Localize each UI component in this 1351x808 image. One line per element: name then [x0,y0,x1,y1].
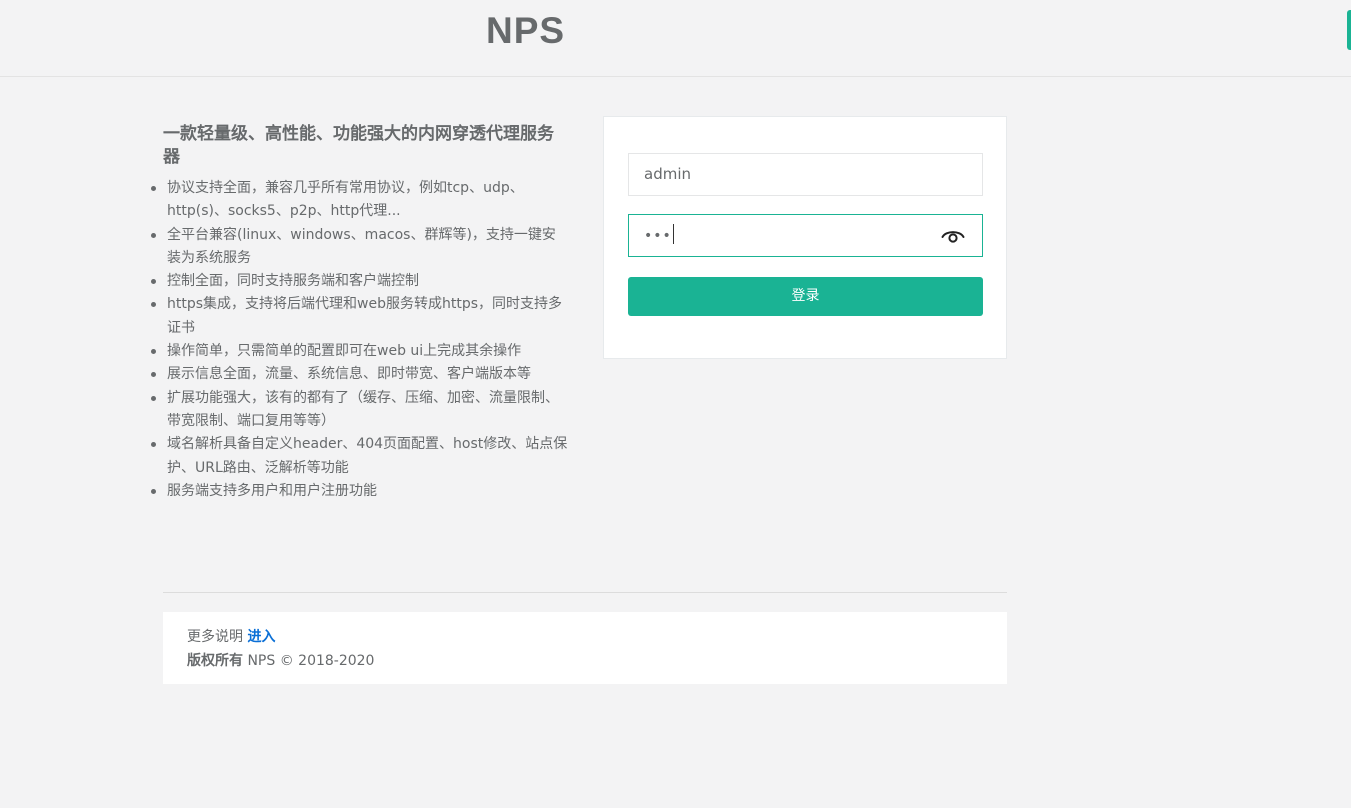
copyright-text: NPS © 2018-2020 [247,653,375,669]
feature-item: 服务端支持多用户和用户注册功能 [151,480,568,503]
copyright-label: 版权所有 [187,653,243,669]
bullet-icon [151,395,156,401]
text-caret [672,224,674,244]
eye-icon[interactable] [941,227,965,245]
login-button[interactable]: 登录 [628,277,983,316]
more-info-link[interactable]: 进入 [247,629,275,645]
password-input[interactable]: ••• [628,214,983,257]
intro-section: 一款轻量级、高性能、功能强大的内网穿透代理服务器 协议支持全面，兼容几乎所有常用… [151,123,568,503]
feature-item: 全平台兼容(linux、windows、macos、群辉等)，支持一键安装为系统… [151,224,568,271]
feature-list: 协议支持全面，兼容几乎所有常用协议，例如tcp、udp、http(s)、sock… [151,177,568,503]
feature-item: https集成，支持将后端代理和web服务转成https，同时支持多证书 [151,293,568,340]
more-info-label: 更多说明 [187,629,243,645]
feature-item: 扩展功能强大，该有的都有了（缓存、压缩、加密、流量限制、带宽限制、端口复用等等） [151,387,568,434]
feature-item: 展示信息全面，流量、系统信息、即时带宽、客户端版本等 [151,363,568,386]
bullet-icon [151,349,156,355]
bullet-icon [151,372,156,378]
feature-item: 域名解析具备自定义header、404页面配置、host修改、站点保护、URL路… [151,433,568,480]
bullet-icon [151,232,156,238]
bullet-icon [151,442,156,448]
bullet-icon [151,186,156,191]
login-form: admin ••• 登录 [603,116,1007,359]
bullet-icon [151,488,156,494]
username-input[interactable]: admin [628,153,983,196]
side-tab[interactable] [1347,10,1351,50]
intro-title: 一款轻量级、高性能、功能强大的内网穿透代理服务器 [163,124,554,167]
bullet-icon [151,302,156,308]
feature-item: 操作简单，只需简单的配置即可在web ui上完成其余操作 [151,340,568,363]
bullet-icon [151,279,156,285]
divider [163,592,1007,593]
copyright-line: 版权所有 NPS © 2018-2020 [187,649,983,673]
password-value: ••• [644,228,672,244]
top-bar: NPS [0,0,1351,77]
feature-item: 控制全面，同时支持服务端和客户端控制 [151,270,568,293]
footer: 更多说明 进入 版权所有 NPS © 2018-2020 [163,612,1007,684]
more-info-line: 更多说明 进入 [187,625,983,649]
logo: NPS [486,10,566,51]
feature-item: 协议支持全面，兼容几乎所有常用协议，例如tcp、udp、http(s)、sock… [151,177,568,224]
